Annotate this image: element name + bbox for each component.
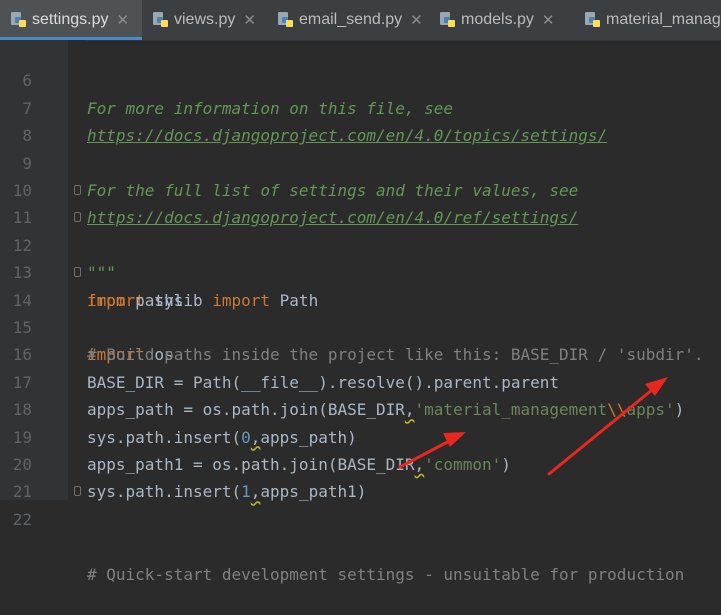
tab-label: settings.py (32, 11, 109, 28)
tab-label: email_send.py (299, 11, 403, 28)
tab-label: models.py (461, 11, 534, 28)
code-line[interactable]: 10 https://docs.djangoproject.com/en/4.0… (0, 150, 721, 227)
tab-settings-py[interactable]: settings.py ✕ (0, 0, 142, 40)
comment: # Quick-start development settings - uns… (87, 564, 685, 584)
python-file-icon (278, 12, 293, 27)
code-line[interactable]: 13 from pathlib import Path (0, 232, 721, 309)
code-line[interactable]: 9 For the full list of settings and thei… (0, 122, 721, 200)
tab-material-management[interactable]: material_managem (574, 0, 721, 40)
code-line[interactable]: 17 apps_path = os.path.join(BASE_DIR,'ma… (0, 341, 721, 419)
python-file-icon (585, 12, 600, 27)
fold-marker-icon[interactable] (74, 486, 81, 497)
line-number: 22 (12, 509, 32, 529)
close-icon[interactable]: ✕ (116, 11, 129, 29)
code-line[interactable]: 18 sys.path.insert(0,apps_path) (0, 369, 721, 446)
fold-marker-icon[interactable] (74, 185, 81, 195)
code-line[interactable]: 11 """ (0, 177, 721, 282)
code-line[interactable]: 20 sys.path.insert(1,apps_path1) (0, 424, 721, 501)
code-line[interactable]: 21 (0, 451, 721, 501)
code-line[interactable]: 15 # Build paths inside the project like… (0, 287, 721, 364)
tab-models-py[interactable]: models.py ✕ (429, 0, 574, 40)
close-icon[interactable]: ✕ (542, 11, 555, 29)
fold-marker-icon[interactable] (74, 267, 81, 278)
code-line[interactable]: 16 BASE_DIR = Path(__file__).resolve().p… (0, 314, 721, 391)
tab-label: material_managem (606, 11, 721, 28)
python-file-icon (11, 12, 26, 27)
close-icon[interactable]: ✕ (243, 11, 256, 29)
tab-label: views.py (174, 11, 236, 28)
code-line[interactable]: 6 For more information on this file, see (0, 40, 721, 117)
fold-marker-icon[interactable] (74, 212, 81, 223)
code-editor[interactable]: 6 For more information on this file, see… (0, 40, 721, 584)
python-file-icon (153, 12, 168, 27)
code-line[interactable]: 8 (0, 95, 721, 145)
code-line[interactable]: 12 import sys (0, 204, 721, 310)
code-line[interactable]: 7 https://docs.djangoproject.com/en/4.0/… (0, 67, 721, 145)
tab-email-send-py[interactable]: email_send.py ✕ (267, 0, 429, 40)
code-line[interactable]: 22 # Quick-start development settings - … (0, 478, 721, 584)
code-line[interactable]: 19 apps_path1 = os.path.join(BASE_DIR,'c… (0, 396, 721, 474)
code-line[interactable]: 14 import os (0, 259, 721, 364)
tab-views-py[interactable]: views.py ✕ (142, 0, 267, 40)
python-file-icon (440, 12, 455, 27)
close-icon[interactable]: ✕ (410, 11, 423, 29)
editor-tab-bar: settings.py ✕ views.py ✕ email_send.py ✕… (0, 0, 721, 41)
